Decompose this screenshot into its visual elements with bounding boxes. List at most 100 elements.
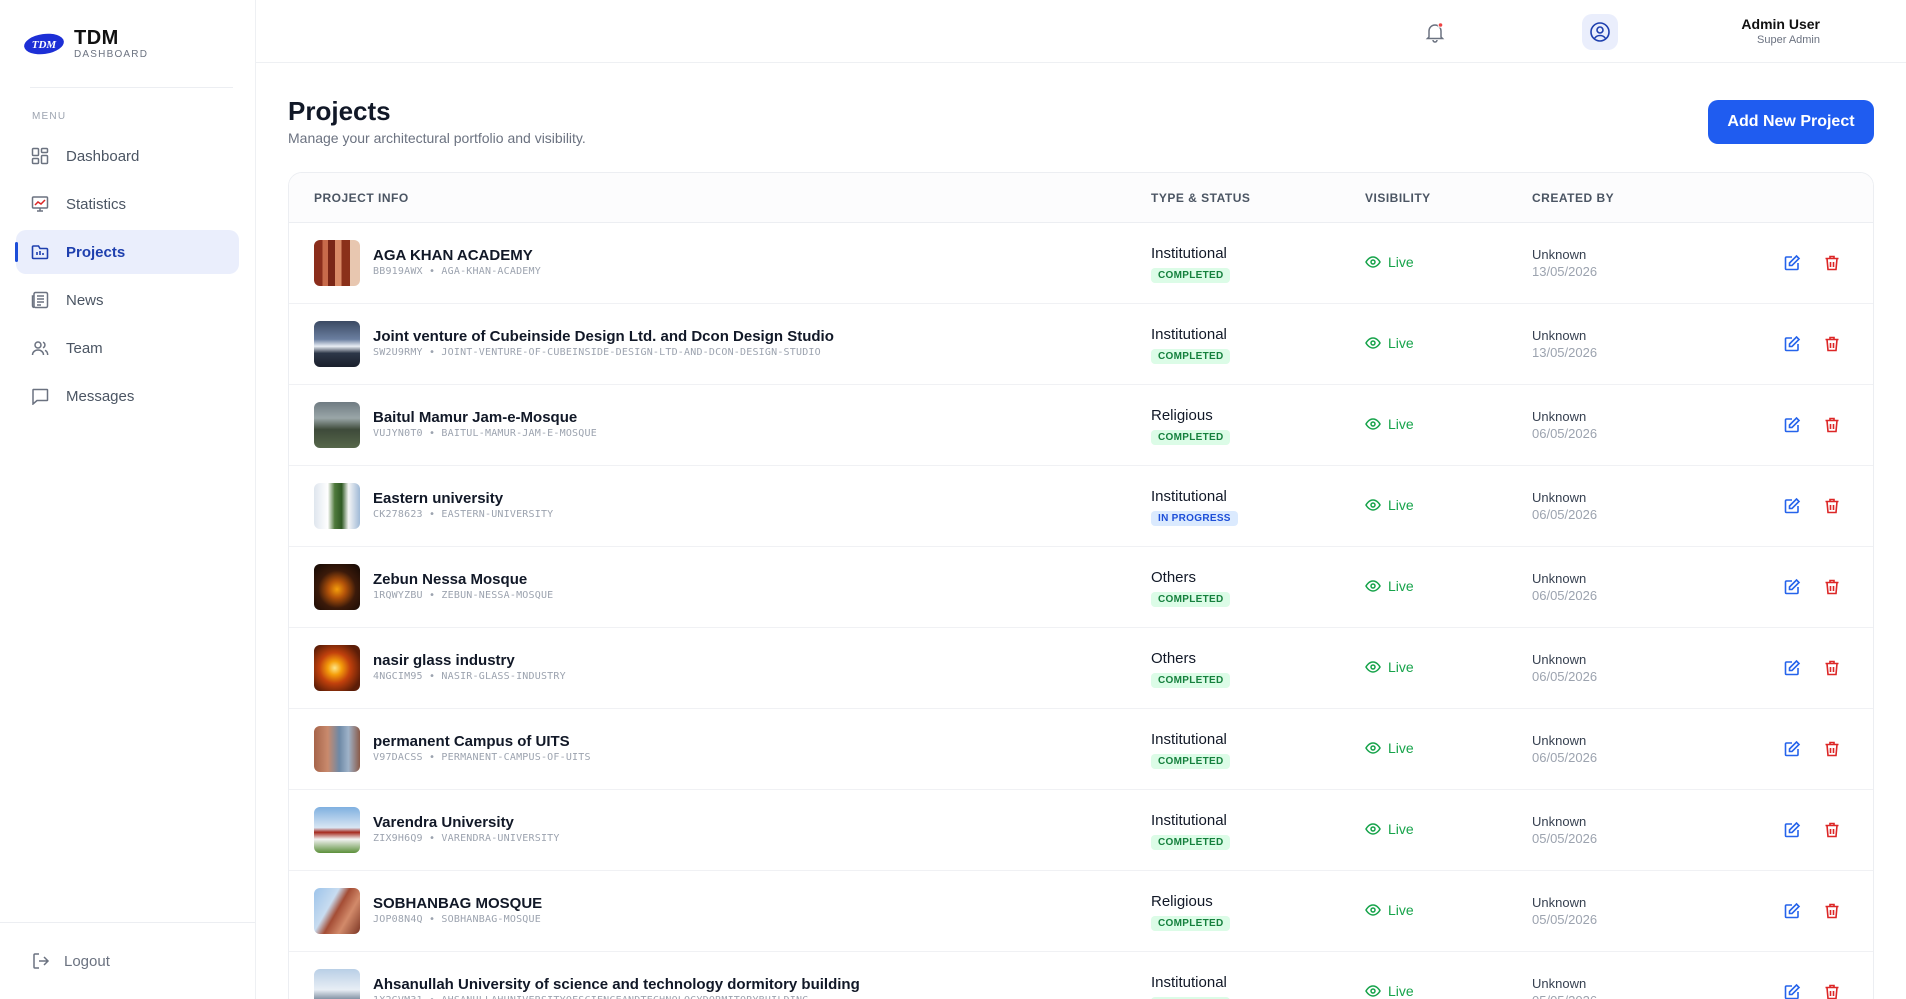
table-row: Ahsanullah University of science and tec…	[289, 952, 1873, 999]
delete-icon[interactable]	[1823, 416, 1841, 434]
project-type: Institutional	[1151, 974, 1227, 991]
project-type: Others	[1151, 569, 1197, 586]
page-subtitle: Manage your architectural portfolio and …	[288, 130, 586, 146]
delete-icon[interactable]	[1823, 983, 1841, 999]
table-row: Baitul Mamur Jam-e-Mosque VUJYN0T0 • BAI…	[289, 385, 1873, 466]
delete-icon[interactable]	[1823, 821, 1841, 839]
divider	[30, 87, 233, 88]
sidebar-item-statistics[interactable]: Statistics	[16, 182, 239, 226]
user-info[interactable]: Admin User Super Admin	[1741, 15, 1820, 47]
delete-icon[interactable]	[1823, 740, 1841, 758]
logout-button[interactable]: Logout	[30, 950, 110, 972]
visibility-toggle[interactable]: Live	[1365, 578, 1414, 594]
edit-icon[interactable]	[1783, 335, 1801, 353]
delete-icon[interactable]	[1823, 335, 1841, 353]
status-badge: COMPLETED	[1151, 673, 1231, 688]
project-type: Institutional	[1151, 731, 1227, 748]
eye-icon	[1365, 740, 1381, 756]
project-slug: BB919AWX • AGA-KHAN-ACADEMY	[373, 266, 541, 277]
sidebar-item-messages[interactable]: Messages	[16, 374, 239, 418]
created-by: Unknown	[1532, 409, 1587, 424]
project-slug: JOP08N4Q • SOBHANBAG-MOSQUE	[373, 914, 541, 925]
status-badge: COMPLETED	[1151, 592, 1231, 607]
visibility-label: Live	[1388, 659, 1414, 675]
visibility-toggle[interactable]: Live	[1365, 902, 1414, 918]
eye-icon	[1365, 497, 1381, 513]
project-name[interactable]: Zebun Nessa Mosque	[373, 571, 527, 588]
edit-icon[interactable]	[1783, 821, 1801, 839]
visibility-toggle[interactable]: Live	[1365, 335, 1414, 351]
logout-label: Logout	[64, 952, 110, 970]
eye-icon	[1365, 416, 1381, 432]
page-title: Projects	[288, 96, 391, 126]
project-name[interactable]: AGA KHAN ACADEMY	[373, 247, 533, 264]
visibility-label: Live	[1388, 740, 1414, 756]
sidebar-item-projects[interactable]: Projects	[15, 230, 239, 274]
project-slug: VUJYN0T0 • BAITUL-MAMUR-JAM-E-MOSQUE	[373, 428, 597, 439]
visibility-toggle[interactable]: Live	[1365, 497, 1414, 513]
svg-text:TDM: TDM	[32, 39, 58, 51]
project-name[interactable]: Joint venture of Cubeinside Design Ltd. …	[373, 328, 834, 345]
divider	[0, 922, 255, 923]
edit-icon[interactable]	[1783, 902, 1801, 920]
visibility-toggle[interactable]: Live	[1365, 821, 1414, 837]
visibility-toggle[interactable]: Live	[1365, 659, 1414, 675]
project-name[interactable]: SOBHANBAG MOSQUE	[373, 895, 542, 912]
visibility-label: Live	[1388, 578, 1414, 594]
created-by: Unknown	[1532, 490, 1587, 505]
brand[interactable]: TDM TDM DASHBOARD	[22, 24, 148, 64]
eye-icon	[1365, 983, 1381, 999]
status-badge: IN PROGRESS	[1151, 511, 1238, 526]
delete-icon[interactable]	[1823, 902, 1841, 920]
created-by: Unknown	[1532, 328, 1587, 343]
project-name[interactable]: Eastern university	[373, 490, 503, 507]
project-thumbnail	[314, 402, 360, 448]
visibility-toggle[interactable]: Live	[1365, 416, 1414, 432]
delete-icon[interactable]	[1823, 659, 1841, 677]
visibility-label: Live	[1388, 254, 1414, 270]
column-header-created-by: CREATED BY	[1532, 191, 1615, 205]
users-icon	[30, 338, 50, 358]
table-row: SOBHANBAG MOSQUE JOP08N4Q • SOBHANBAG-MO…	[289, 871, 1873, 952]
grid-icon	[30, 146, 50, 166]
project-name[interactable]: Varendra University	[373, 814, 514, 831]
edit-icon[interactable]	[1783, 578, 1801, 596]
projects-table: PROJECT INFO TYPE & STATUS VISIBILITY CR…	[288, 172, 1874, 999]
sidebar-item-news[interactable]: News	[16, 278, 239, 322]
visibility-toggle[interactable]: Live	[1365, 983, 1414, 999]
visibility-toggle[interactable]: Live	[1365, 740, 1414, 756]
project-thumbnail	[314, 969, 360, 999]
edit-icon[interactable]	[1783, 983, 1801, 999]
sidebar-item-dashboard[interactable]: Dashboard	[16, 134, 239, 178]
notification-bell-icon[interactable]	[1423, 20, 1447, 44]
edit-icon[interactable]	[1783, 659, 1801, 677]
add-new-project-button[interactable]: Add New Project	[1708, 100, 1874, 144]
project-name[interactable]: permanent Campus of UITS	[373, 733, 570, 750]
eye-icon	[1365, 254, 1381, 270]
edit-icon[interactable]	[1783, 740, 1801, 758]
project-slug: 1X2GVM31 • AHSANULLAHUNIVERSITYOFSCIENCE…	[373, 995, 808, 999]
avatar[interactable]	[1582, 14, 1618, 50]
delete-icon[interactable]	[1823, 578, 1841, 596]
project-name[interactable]: Baitul Mamur Jam-e-Mosque	[373, 409, 577, 426]
edit-icon[interactable]	[1783, 416, 1801, 434]
project-thumbnail	[314, 645, 360, 691]
visibility-toggle[interactable]: Live	[1365, 254, 1414, 270]
project-thumbnail	[314, 807, 360, 853]
project-thumbnail	[314, 726, 360, 772]
delete-icon[interactable]	[1823, 497, 1841, 515]
visibility-label: Live	[1388, 335, 1414, 351]
edit-icon[interactable]	[1783, 497, 1801, 515]
user-circle-icon	[1590, 22, 1610, 42]
project-name[interactable]: nasir glass industry	[373, 652, 515, 669]
delete-icon[interactable]	[1823, 254, 1841, 272]
table-header: PROJECT INFO TYPE & STATUS VISIBILITY CR…	[289, 173, 1873, 223]
project-name[interactable]: Ahsanullah University of science and tec…	[373, 976, 860, 993]
edit-icon[interactable]	[1783, 254, 1801, 272]
table-row: Varendra University ZIX9H6Q9 • VARENDRA-…	[289, 790, 1873, 871]
sidebar-item-team[interactable]: Team	[16, 326, 239, 370]
chart-icon	[30, 194, 50, 214]
project-type: Institutional	[1151, 488, 1227, 505]
project-thumbnail	[314, 483, 360, 529]
project-thumbnail	[314, 888, 360, 934]
